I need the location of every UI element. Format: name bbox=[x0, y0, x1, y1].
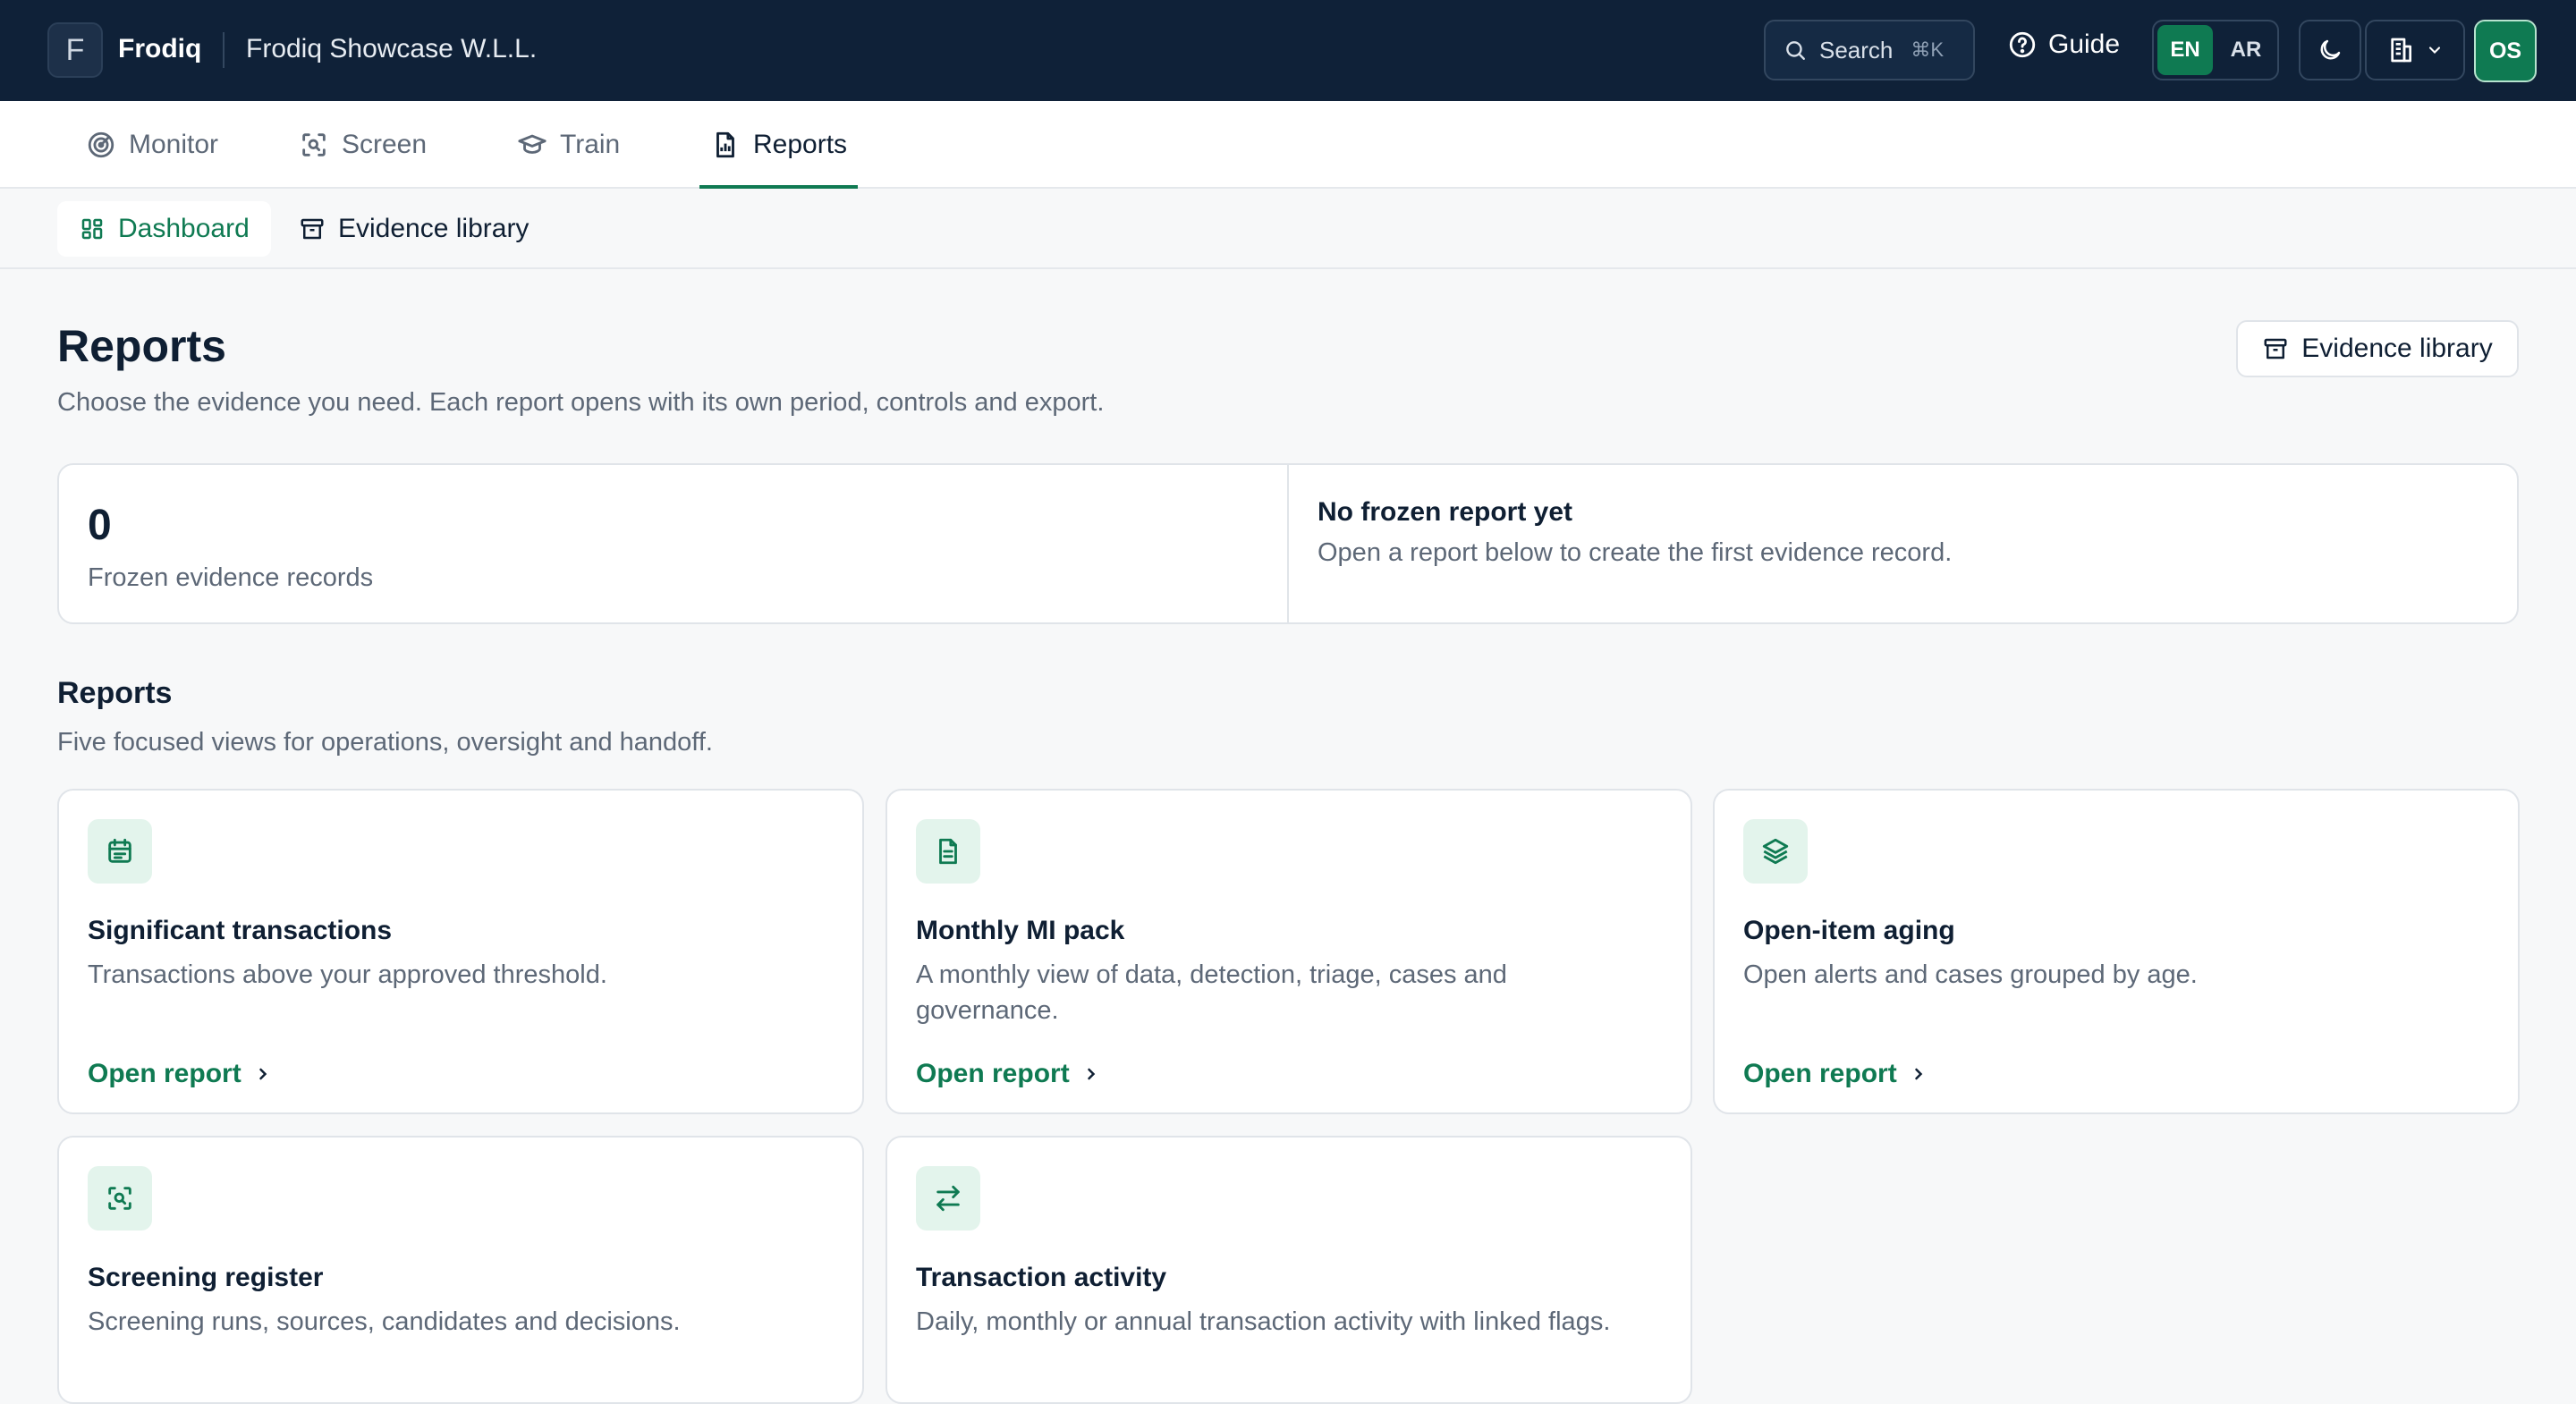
radar-icon bbox=[86, 130, 116, 160]
search-shortcut: ⌘K bbox=[1911, 38, 1945, 61]
reports-section-subtitle: Five focused views for operations, overs… bbox=[57, 728, 713, 757]
chevron-right-icon bbox=[1910, 1065, 1928, 1083]
report-card-monthly-mi-pack[interactable]: Monthly MI pack A monthly view of data, … bbox=[886, 789, 1692, 1114]
chevron-down-icon bbox=[2426, 41, 2444, 59]
report-card-description: Daily, monthly or annual transaction act… bbox=[916, 1307, 1611, 1336]
calendar-list-icon bbox=[88, 819, 152, 884]
tab-screen[interactable]: Screen bbox=[299, 101, 427, 189]
building-icon bbox=[2386, 36, 2415, 64]
search-button[interactable]: Search ⌘K bbox=[1764, 20, 1975, 80]
tab-monitor-label: Monitor bbox=[129, 130, 219, 159]
report-card-significant-transactions[interactable]: Significant transactions Transactions ab… bbox=[57, 789, 864, 1114]
report-card-description: Transactions above your approved thresho… bbox=[88, 960, 607, 989]
open-report-link[interactable]: Open report bbox=[88, 1059, 272, 1089]
report-card-open-item-aging[interactable]: Open-item aging Open alerts and cases gr… bbox=[1713, 789, 2520, 1114]
organization-menu-button[interactable] bbox=[2365, 20, 2465, 80]
divider bbox=[223, 32, 225, 68]
dashboard-icon bbox=[79, 216, 106, 242]
page-title: Reports bbox=[57, 321, 226, 371]
frozen-count-label: Frozen evidence records bbox=[88, 563, 374, 592]
guide-button[interactable]: Guide bbox=[2007, 30, 2120, 60]
search-label: Search bbox=[1819, 36, 1894, 63]
frozen-status-cell: No frozen report yet Open a report below… bbox=[1287, 465, 2517, 622]
open-report-label: Open report bbox=[916, 1059, 1070, 1088]
tab-train[interactable]: Train bbox=[517, 101, 620, 189]
theme-toggle-button[interactable] bbox=[2299, 20, 2361, 80]
empty-state-title: No frozen report yet bbox=[1318, 497, 1573, 527]
tab-reports[interactable]: Reports bbox=[699, 101, 859, 189]
evidence-library-button-label: Evidence library bbox=[2301, 334, 2493, 363]
help-circle-icon bbox=[2007, 30, 2038, 60]
open-report-link[interactable]: Open report bbox=[1743, 1059, 1928, 1089]
layers-icon bbox=[1743, 819, 1808, 884]
report-chart-icon bbox=[710, 130, 741, 160]
report-card-description: Screening runs, sources, candidates and … bbox=[88, 1307, 681, 1336]
scan-icon bbox=[88, 1166, 152, 1231]
search-icon bbox=[1784, 38, 1807, 62]
arrows-swap-icon bbox=[916, 1166, 980, 1231]
page-subtitle: Choose the evidence you need. Each repor… bbox=[57, 388, 1105, 417]
open-report-link[interactable]: Open report bbox=[916, 1059, 1100, 1089]
report-card-title: Monthly MI pack bbox=[916, 916, 1125, 945]
scan-icon bbox=[299, 130, 329, 160]
top-bar: F Frodiq Frodiq Showcase W.L.L. Search ⌘… bbox=[0, 0, 2576, 101]
reports-section-title: Reports bbox=[57, 676, 173, 710]
tab-monitor[interactable]: Monitor bbox=[86, 101, 218, 189]
report-card-title: Significant transactions bbox=[88, 916, 393, 945]
report-card-description: A monthly view of data, detection, triag… bbox=[916, 960, 1507, 1025]
subtab-dashboard[interactable]: Dashboard bbox=[57, 201, 271, 257]
report-card-title: Open-item aging bbox=[1743, 916, 1955, 945]
subtab-evidence-library[interactable]: Evidence library bbox=[277, 201, 550, 257]
tab-screen-label: Screen bbox=[342, 130, 428, 159]
report-card-title: Screening register bbox=[88, 1263, 324, 1292]
open-report-label: Open report bbox=[1743, 1059, 1897, 1088]
guide-label: Guide bbox=[2048, 30, 2121, 59]
brand-name[interactable]: Frodiq bbox=[118, 34, 201, 64]
chevron-right-icon bbox=[1082, 1065, 1100, 1083]
organization-name: Frodiq Showcase W.L.L. bbox=[246, 34, 538, 63]
moon-icon bbox=[2317, 37, 2343, 63]
report-card-description: Open alerts and cases grouped by age. bbox=[1743, 960, 2198, 989]
report-card-screening-register[interactable]: Screening register Screening runs, sourc… bbox=[57, 1136, 864, 1404]
tab-train-label: Train bbox=[560, 130, 621, 159]
archive-icon bbox=[2262, 335, 2289, 362]
frozen-count: 0 bbox=[88, 502, 112, 549]
subtab-evidence-library-label: Evidence library bbox=[338, 214, 530, 243]
user-avatar[interactable]: OS bbox=[2474, 20, 2537, 82]
graduation-cap-icon bbox=[517, 130, 547, 160]
language-option-ar[interactable]: AR bbox=[2218, 25, 2274, 75]
open-report-label: Open report bbox=[88, 1059, 242, 1088]
tab-reports-label: Reports bbox=[753, 130, 848, 159]
report-card-transaction-activity[interactable]: Transaction activity Daily, monthly or a… bbox=[886, 1136, 1692, 1404]
frozen-count-cell: 0 Frozen evidence records bbox=[59, 465, 1287, 622]
empty-state-description: Open a report below to create the first … bbox=[1318, 538, 1953, 567]
language-switcher: EN AR bbox=[2152, 20, 2279, 80]
logo-icon[interactable]: F bbox=[47, 22, 103, 78]
evidence-library-button[interactable]: Evidence library bbox=[2236, 320, 2519, 377]
chevron-right-icon bbox=[254, 1065, 272, 1083]
evidence-stats-panel: 0 Frozen evidence records No frozen repo… bbox=[57, 463, 2519, 624]
document-icon bbox=[916, 819, 980, 884]
primary-nav: Monitor Screen Train Reports bbox=[0, 101, 2576, 189]
language-option-en[interactable]: EN bbox=[2157, 25, 2213, 75]
archive-icon bbox=[299, 216, 326, 242]
secondary-nav: Dashboard Evidence library bbox=[0, 189, 2576, 269]
subtab-dashboard-label: Dashboard bbox=[118, 214, 250, 243]
report-card-title: Transaction activity bbox=[916, 1263, 1167, 1292]
